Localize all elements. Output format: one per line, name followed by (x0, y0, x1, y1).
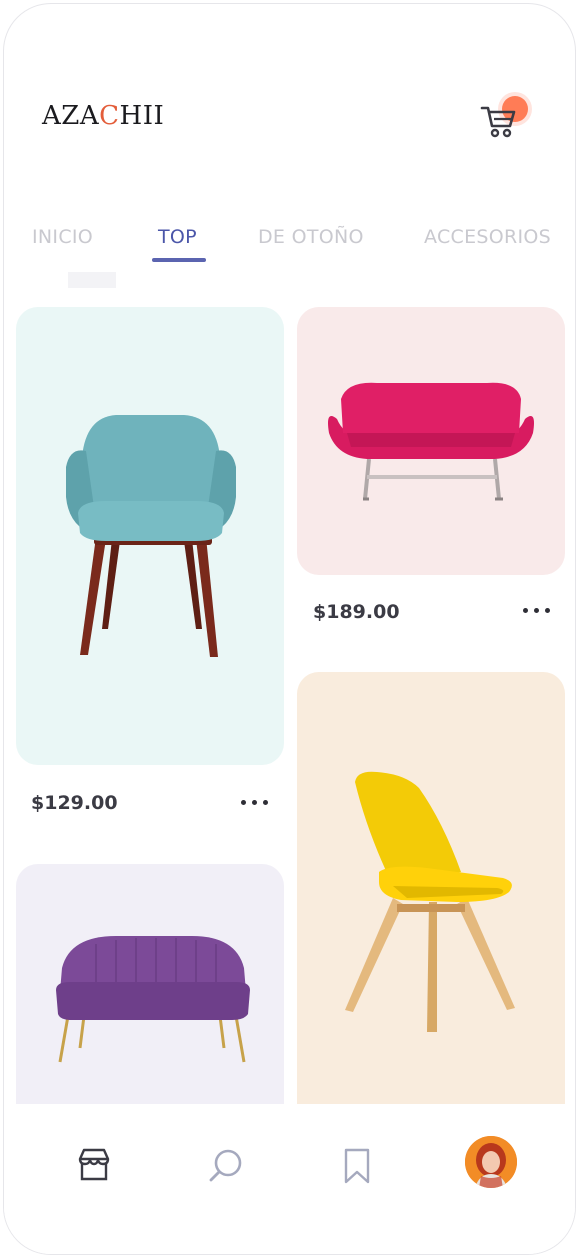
scroll-fade (68, 272, 116, 288)
bookmark-icon (344, 1148, 370, 1184)
more-options-button[interactable] (241, 798, 271, 808)
tab-inicio[interactable]: INICIO (32, 226, 93, 248)
product-card-teal-armchair[interactable] (16, 307, 284, 765)
nav-bookmark[interactable] (338, 1146, 378, 1186)
teal-armchair-image (66, 415, 236, 657)
phone-frame: AZACHII INICIO TOP DE OTOÑO ACCESORIOS $… (3, 3, 576, 1255)
more-options-button[interactable] (523, 606, 553, 616)
yellow-chair-image (345, 771, 515, 1032)
category-tabs: INICIO TOP DE OTOÑO ACCESORIOS (4, 222, 575, 272)
logo-text-accent: C (99, 101, 120, 131)
product-price-teal-armchair: $129.00 (31, 792, 118, 814)
avatar[interactable] (465, 1136, 517, 1188)
active-tab-indicator (152, 258, 206, 262)
product-card-yellow-chair[interactable] (297, 672, 565, 1164)
pink-sofa-image (328, 382, 534, 501)
product-card-pink-sofa[interactable] (297, 307, 565, 575)
search-icon (209, 1149, 242, 1182)
tab-de-otono[interactable]: DE OTOÑO (258, 226, 364, 248)
tab-accesorios[interactable]: ACCESORIOS (424, 226, 551, 248)
app-logo: AZACHII (42, 100, 164, 132)
tab-top[interactable]: TOP (158, 226, 197, 248)
cart-icon (480, 106, 516, 138)
nav-search[interactable] (206, 1146, 246, 1186)
product-price-pink-sofa: $189.00 (313, 601, 400, 623)
user-photo (465, 1136, 517, 1188)
nav-store[interactable] (74, 1145, 114, 1185)
cart-button[interactable] (478, 96, 528, 142)
logo-text-part2: HII (119, 101, 165, 131)
store-icon (78, 1148, 110, 1181)
logo-text-part1: AZA (42, 101, 100, 131)
